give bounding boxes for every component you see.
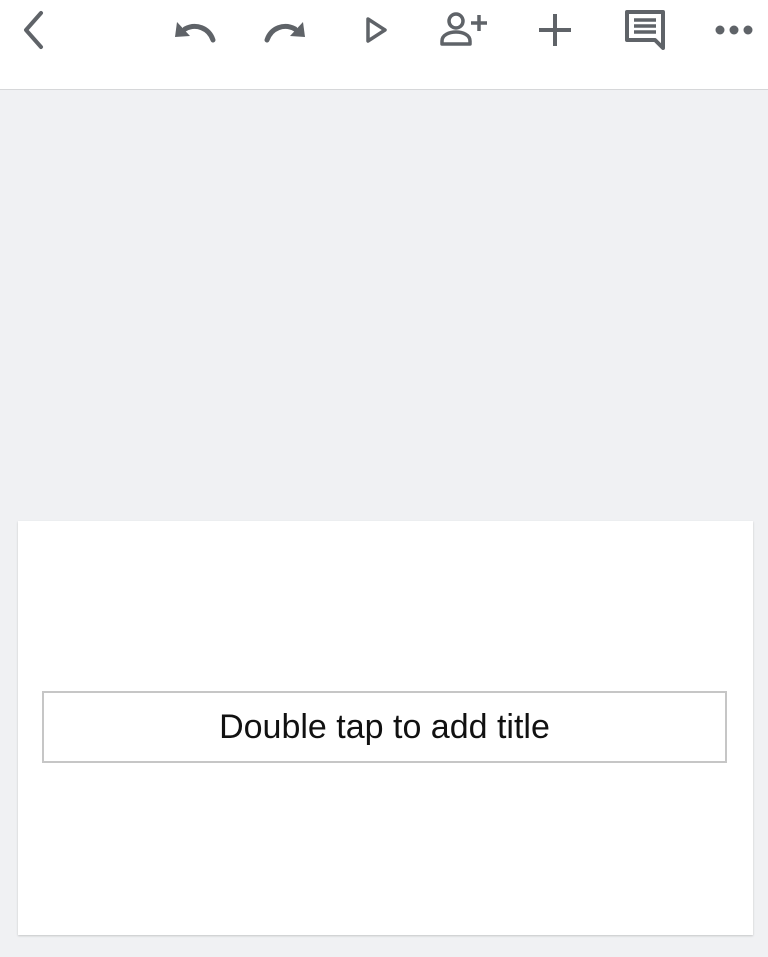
more-icon: [715, 25, 753, 35]
play-icon: [366, 17, 387, 43]
plus-icon: [539, 14, 571, 46]
add-person-icon: [440, 12, 487, 46]
redo-button[interactable]: [259, 4, 311, 56]
back-icon: [24, 11, 43, 49]
present-button[interactable]: [350, 4, 402, 56]
title-placeholder-text: Double tap to add title: [219, 707, 550, 746]
back-button[interactable]: [10, 4, 62, 56]
more-options-button[interactable]: [708, 4, 760, 56]
undo-button[interactable]: [169, 4, 221, 56]
insert-button[interactable]: [529, 4, 581, 56]
undo-icon: [175, 22, 216, 43]
share-button[interactable]: [438, 4, 490, 56]
comment-icon: [625, 10, 665, 50]
top-toolbar: [0, 0, 768, 90]
title-placeholder[interactable]: Double tap to add title: [42, 691, 727, 763]
slide[interactable]: Double tap to add title: [18, 521, 753, 935]
comment-button[interactable]: [619, 4, 671, 56]
redo-icon: [264, 22, 305, 43]
